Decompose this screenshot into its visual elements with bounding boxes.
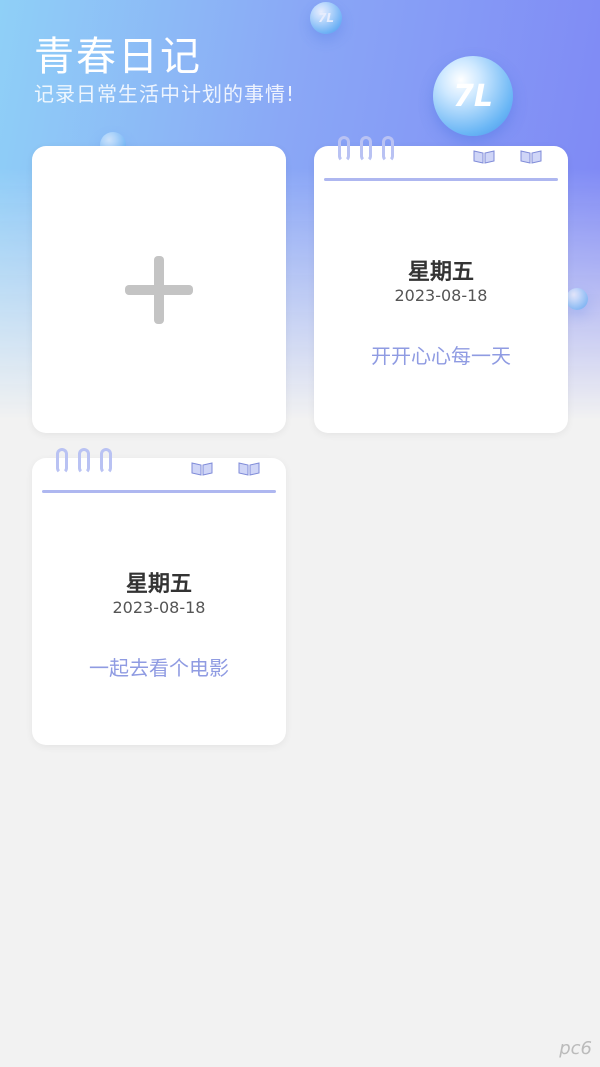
entry-weekday: 星期五 xyxy=(407,260,474,285)
binder-rings-icon xyxy=(56,448,112,474)
book-icon xyxy=(191,462,213,476)
book-icon xyxy=(473,150,495,164)
add-entry-button[interactable] xyxy=(32,146,286,433)
diary-card[interactable]: 星期五 2023-08-18 一起去看个电影 xyxy=(32,448,286,745)
bubble-logo-icon: 7L xyxy=(433,56,513,136)
bubble-logo-icon: 7L xyxy=(310,2,342,34)
book-icon xyxy=(520,150,542,164)
divider xyxy=(42,490,276,493)
entry-weekday: 星期五 xyxy=(125,572,192,597)
entry-date: 2023-08-18 xyxy=(394,286,488,305)
app-subtitle: 记录日常生活中计划的事情! xyxy=(34,82,296,106)
book-icon xyxy=(238,462,260,476)
diary-card[interactable]: 星期五 2023-08-18 开开心心每一天 xyxy=(314,136,568,433)
entry-note: 开开心心每一天 xyxy=(371,344,511,368)
binder-rings-icon xyxy=(338,136,394,162)
entry-note: 一起去看个电影 xyxy=(89,656,229,680)
plus-icon xyxy=(125,256,193,324)
bubble-decoration-icon xyxy=(566,288,588,310)
entry-date: 2023-08-18 xyxy=(112,598,206,617)
app-title: 青春日记 xyxy=(34,34,202,80)
divider xyxy=(324,178,558,181)
watermark-logo: pc6 xyxy=(559,1038,592,1059)
